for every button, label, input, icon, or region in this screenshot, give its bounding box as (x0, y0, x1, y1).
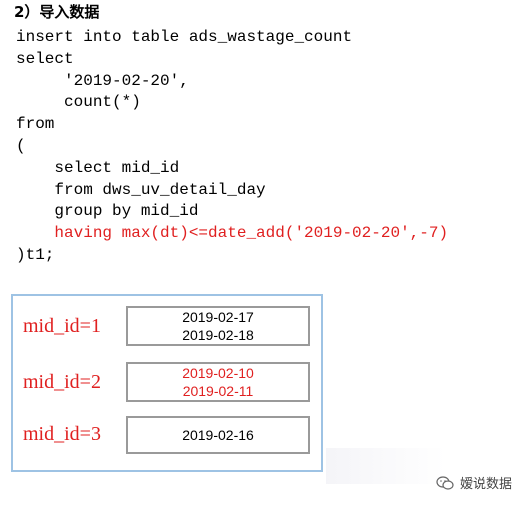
sql-code-block: insert into table ads_wastage_countselec… (16, 27, 448, 267)
wechat-icon (436, 475, 454, 490)
dates-box: 2019-02-17 2019-02-18 (126, 306, 310, 346)
section-heading: 2）导入数据 (14, 3, 100, 21)
row-label: mid_id=1 (23, 315, 101, 337)
date-value: 2019-02-16 (182, 427, 254, 443)
row-label: mid_id=2 (23, 371, 101, 393)
code-line: select (16, 49, 74, 68)
watermark: 嫒说数据 (436, 473, 512, 492)
code-line: insert into table ads_wastage_count (16, 28, 353, 46)
code-line: from dws_uv_detail_day (16, 180, 266, 199)
date-value: 2019-02-18 (182, 327, 254, 343)
code-line-highlighted: having max(dt)<=date_add('2019-02-20',-7… (16, 224, 449, 243)
dates-box: 2019-02-10 2019-02-11 (126, 362, 310, 402)
row-label: mid_id=3 (23, 423, 101, 445)
code-line: select mid_id (16, 158, 180, 177)
code-line: group by mid_id (16, 202, 199, 221)
code-line: '2019-02-20', (16, 71, 189, 90)
code-line: ( (16, 136, 26, 155)
date-value: 2019-02-10 (182, 365, 254, 381)
code-line: )t1; (16, 245, 55, 264)
dates-box: 2019-02-16 (126, 416, 310, 454)
mid-id-diagram: mid_id=1 2019-02-17 2019-02-18 mid_id=2 … (11, 294, 323, 472)
code-line: from (16, 115, 55, 134)
date-value: 2019-02-17 (182, 309, 254, 325)
code-line: count(*) (16, 93, 141, 112)
watermark-text: 嫒说数据 (459, 477, 512, 492)
watermark-fade (326, 448, 446, 484)
date-value: 2019-02-11 (182, 383, 254, 399)
